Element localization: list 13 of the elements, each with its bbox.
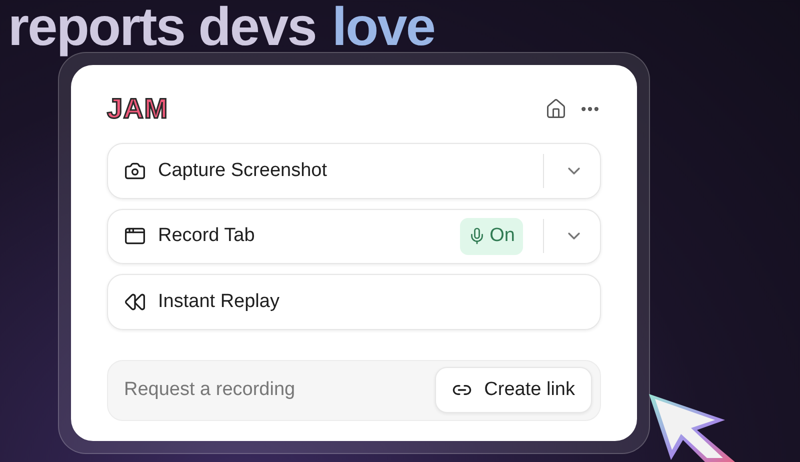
action-button[interactable]: Instant Replay: [107, 274, 601, 330]
headline-highlight: love: [332, 0, 435, 54]
action-label: Capture Screenshot: [158, 158, 328, 182]
request-field[interactable]: Request a recording Create link: [107, 360, 601, 421]
mic-badge[interactable]: On: [460, 218, 523, 255]
home-icon[interactable]: [545, 98, 567, 120]
action-label: Record Tab: [158, 224, 256, 248]
headline-text: reports devs: [8, 0, 316, 54]
logo: JAM: [107, 92, 168, 126]
create-link-button[interactable]: Create link: [435, 367, 592, 414]
action-button[interactable]: Capture Screenshot: [107, 143, 601, 199]
action-button[interactable]: Record Tab On: [107, 208, 601, 264]
action-label: Instant Replay: [158, 290, 280, 314]
